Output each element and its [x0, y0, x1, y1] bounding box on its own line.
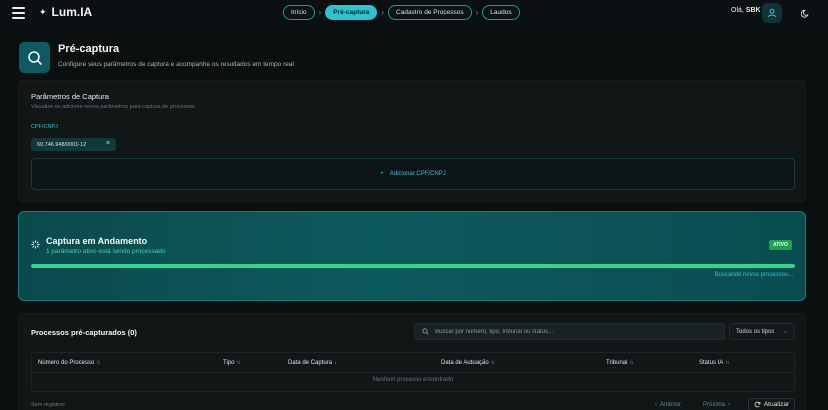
- previous-page-label: Anterior: [660, 402, 682, 408]
- records-count: Sem registros: [31, 402, 65, 408]
- sort-icon: ⇅: [96, 360, 101, 366]
- breadcrumb-pre-captura[interactable]: Pré-captura: [325, 5, 378, 20]
- column-header-numero[interactable]: Número do Processo ⇅: [38, 360, 101, 366]
- cpf-cnpj-chip: 60.746.948/0001-12 ×: [31, 138, 116, 151]
- results-title: Processos pré-capturados (0): [31, 328, 137, 337]
- page-title: Pré-captura: [58, 43, 120, 55]
- cpf-cnpj-label: CPF/CNPJ: [31, 124, 58, 130]
- column-label: Status IA: [699, 360, 724, 366]
- results-card: Processos pré-capturados (0) Todos os ti…: [18, 313, 806, 410]
- breadcrumb-inicio[interactable]: Início: [283, 5, 315, 20]
- brand-name: Lum.IA: [51, 5, 93, 19]
- table-header: Número do Processo ⇅ Tipo ⇅ Data de Captur…: [32, 353, 794, 373]
- capture-title: Captura em Andamento: [46, 236, 148, 246]
- sort-icon: ⇅: [725, 360, 730, 366]
- column-header-status-ia[interactable]: Status IA ⇅: [699, 360, 730, 366]
- search-input[interactable]: [435, 328, 715, 335]
- chevron-right-icon: ›: [318, 8, 322, 17]
- chevron-right-icon: ›: [475, 8, 479, 17]
- sort-icon: ⇅: [490, 360, 495, 366]
- column-header-data-autuacao[interactable]: Data de Autuação ⇅: [441, 360, 495, 366]
- refresh-icon: [754, 401, 761, 408]
- column-label: Tipo: [223, 360, 235, 366]
- breadcrumb-cadastro-processos[interactable]: Cadastro de Processos: [388, 5, 472, 20]
- plus-icon: +: [380, 171, 384, 177]
- next-page-label: Próxima: [703, 402, 726, 408]
- column-label: Tribunal: [606, 360, 628, 366]
- type-filter-select[interactable]: Todos os tipos ⌄: [729, 323, 795, 340]
- brand[interactable]: ✦ Lum.IA: [39, 5, 92, 19]
- top-bar: ✦ Lum.IA Início › Pré-captura › Cadastro…: [0, 0, 828, 26]
- search-icon: [27, 50, 42, 65]
- column-header-tipo[interactable]: Tipo ⇅: [223, 360, 241, 366]
- capture-params-card: Parâmetros de Captura Visualize ou adici…: [18, 80, 806, 202]
- results-table: Número do Processo ⇅ Tipo ⇅ Data de Captur…: [31, 352, 795, 392]
- type-filter-value: Todos os tipos: [736, 328, 775, 335]
- user-greeting: Olá, SBK: [731, 7, 761, 14]
- loading-spinner-icon: [31, 240, 40, 249]
- column-header-tribunal[interactable]: Tribunal ⇅: [606, 360, 634, 366]
- capture-subtitle: 1 parâmetro ativo está sendo processado: [46, 248, 166, 255]
- chevron-right-icon: ›: [381, 8, 385, 17]
- search-box: [414, 323, 725, 340]
- breadcrumb-laudos[interactable]: Laudos: [482, 5, 520, 20]
- greeting-prefix: Olá,: [731, 7, 746, 14]
- capture-progress-fill: [31, 264, 795, 268]
- moon-icon: [800, 9, 809, 18]
- column-label: Número do Processo: [38, 360, 95, 366]
- close-icon[interactable]: ×: [106, 140, 110, 147]
- sort-icon: ⇅: [236, 360, 241, 366]
- previous-page-button[interactable]: ‹ Anterior: [655, 399, 681, 410]
- sparkle-icon: ✦: [39, 6, 47, 17]
- breadcrumb: Início › Pré-captura › Cadastro de Proce…: [283, 5, 520, 20]
- refresh-label: Atualizar: [763, 401, 790, 408]
- refresh-button[interactable]: Atualizar: [748, 398, 795, 410]
- status-badge: ATIVO: [769, 240, 792, 250]
- params-subtitle: Visualize ou adicione novos parâmetros p…: [31, 104, 195, 110]
- sort-desc-icon: ↓: [334, 360, 337, 366]
- column-label: Data de Captura: [288, 360, 333, 366]
- column-header-data-captura[interactable]: Data de Captura ↓: [288, 360, 337, 366]
- capture-progress-bar: [31, 264, 795, 268]
- capture-status-card: Captura em Andamento 1 parâmetro ativo e…: [18, 211, 806, 301]
- empty-state: Nenhum processo encontrado: [372, 377, 454, 383]
- page-search-icon: [19, 42, 50, 73]
- add-cpf-cnpj-button[interactable]: + Adicionar CPF/CNPJ: [31, 158, 795, 190]
- next-page-button[interactable]: Próxima ›: [703, 399, 730, 410]
- user-name: SBK: [745, 7, 761, 14]
- user-avatar-button[interactable]: [762, 3, 782, 23]
- menu-icon[interactable]: [12, 7, 25, 19]
- capture-status-text: Buscando novos processos...: [714, 272, 793, 278]
- column-label: Data de Autuação: [441, 360, 489, 366]
- sort-icon: ⇅: [629, 360, 634, 366]
- chevron-left-icon: ‹: [655, 402, 657, 408]
- params-title: Parâmetros de Captura: [31, 92, 109, 101]
- add-cpf-cnpj-label: Adicionar CPF/CNPJ: [389, 171, 446, 177]
- page-subtitle: Configure seus parâmetros de captura e a…: [58, 61, 294, 68]
- cpf-cnpj-chip-value: 60.746.948/0001-12: [37, 141, 87, 148]
- theme-toggle-button[interactable]: [797, 5, 813, 21]
- chevron-down-icon: ⌄: [782, 329, 788, 335]
- search-icon: [422, 328, 429, 335]
- chevron-right-icon: ›: [728, 402, 731, 408]
- user-icon: [768, 8, 776, 18]
